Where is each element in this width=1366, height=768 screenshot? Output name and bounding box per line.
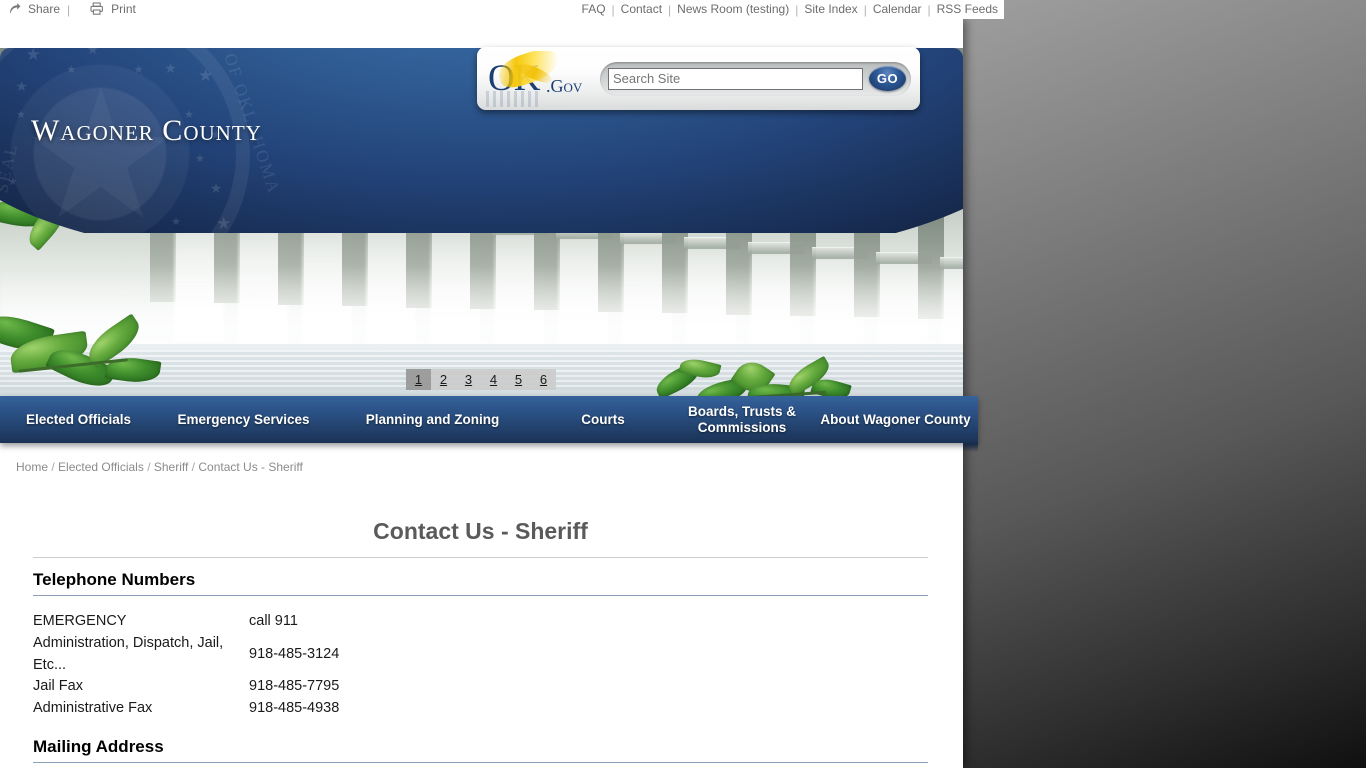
mailing-section-heading: Mailing Address [33,737,928,763]
utility-separator: | [863,2,867,17]
search-pill: GO [600,61,911,96]
seal-star: ★ [209,180,223,197]
slide-pager-4[interactable]: 4 [481,369,506,390]
seal-star: ★ [198,66,214,86]
search-widget: OK .Gov GO [477,47,920,110]
telephone-value: 918-485-4938 [249,700,340,716]
utility-bar: Share | Print FAQ | Contact | News Room (tes… [0,0,1004,19]
main-navigation: Elected Officials Emergency Services Plann… [0,396,978,452]
print-icon [90,1,104,18]
telephone-row: EMERGENCY call 911 [33,611,339,633]
telephone-row: Administration, Dispatch, Jail, Etc... 91… [33,633,339,677]
seal-star: ★ [195,153,205,165]
telephone-label: Jail Fax [33,678,83,695]
utility-separator: | [927,2,931,17]
utility-link-calendar[interactable]: Calendar [873,1,922,18]
telephone-table: EMERGENCY call 911 Administration, Dispatc… [33,611,339,720]
breadcrumb: Home / Elected Officials / Sheriff / Con… [16,460,303,474]
telephone-value: 918-485-3124 [249,645,340,662]
utility-separator: | [668,2,672,17]
utility-link-faq[interactable]: FAQ [582,1,606,18]
telephone-row: Jail Fax 918-485-7795 [33,676,339,698]
content-area: Home / Elected Officials / Sheriff / Con… [0,443,963,768]
breadcrumb-item-home[interactable]: Home [16,460,48,474]
utility-link-news-room-testing[interactable]: News Room (testing) [677,1,789,18]
okgov-logo-gov-text: .Gov [546,75,583,96]
share-link[interactable]: Share [28,1,60,18]
telephone-label: EMERGENCY [33,613,127,629]
search-go-button[interactable]: GO [869,66,906,91]
search-input[interactable] [608,67,863,90]
breadcrumb-item-sheriff[interactable]: Sheriff [154,460,188,474]
county-title: Wagoner County [31,114,262,147]
nav-item-boards-trusts-commissions[interactable]: Boards, Trusts & Commissions [671,404,813,435]
page-title: Contact Us - Sheriff [33,518,928,559]
utility-link-rss-feeds[interactable]: RSS Feeds [937,1,998,18]
section-telephone-numbers: Telephone Numbers EMERGENCY call 911 Admin… [33,570,928,720]
breadcrumb-separator: / [48,460,59,474]
telephone-label: Administration, Dispatch, Jail, Etc... [33,634,224,673]
utility-separator: | [611,2,615,17]
print-link[interactable]: Print [111,1,136,18]
nav-item-elected-officials[interactable]: Elected Officials [0,412,157,428]
telephone-section-heading: Telephone Numbers [33,570,928,596]
breadcrumb-item-elected-officials[interactable]: Elected Officials [58,460,144,474]
slideshow-pager: 123456 [406,369,556,390]
telephone-row: Administrative Fax 918-485-4938 [33,698,339,720]
seal-center-star: ★ [20,55,182,234]
slide-pager-2[interactable]: 2 [431,369,456,390]
utility-separator: | [67,2,71,17]
breadcrumb-separator: / [143,460,154,474]
seal-star: ★ [215,213,232,233]
foliage-right [636,355,876,396]
nav-item-emergency-services[interactable]: Emergency Services [157,412,330,428]
nav-item-courts[interactable]: Courts [535,412,671,428]
utility-bar-right: FAQ | Contact | News Room (testing) | Site Ind… [582,1,998,18]
utility-link-contact[interactable]: Contact [621,1,662,18]
section-mailing-address: Mailing Address [33,737,928,763]
nav-item-planning-and-zoning[interactable]: Planning and Zoning [330,412,535,428]
breadcrumb-separator: / [188,460,199,474]
share-icon [8,2,21,18]
telephone-label: Administrative Fax [33,700,153,716]
utility-link-site-index[interactable]: Site Index [804,1,857,18]
breadcrumb-item-contact-us-sheriff: Contact Us - Sheriff [198,460,303,474]
slide-pager-3[interactable]: 3 [456,369,481,390]
slide-pager-6[interactable]: 6 [531,369,556,390]
okgov-logo[interactable]: OK .Gov [484,50,600,107]
slide-pager-1[interactable]: 1 [406,369,431,390]
nav-item-about-wagoner-county[interactable]: About Wagoner County [813,412,978,428]
telephone-value: 918-485-7795 [249,678,340,695]
telephone-value: call 911 [249,613,298,629]
slide-pager-5[interactable]: 5 [506,369,531,390]
utility-separator: | [795,2,799,17]
utility-bar-left: Share | Print [8,1,136,18]
page-container: ★★★★★★★★★★★★★★★★★★★★★★★★★★★ SEAL OF OKLA… [0,19,978,768]
